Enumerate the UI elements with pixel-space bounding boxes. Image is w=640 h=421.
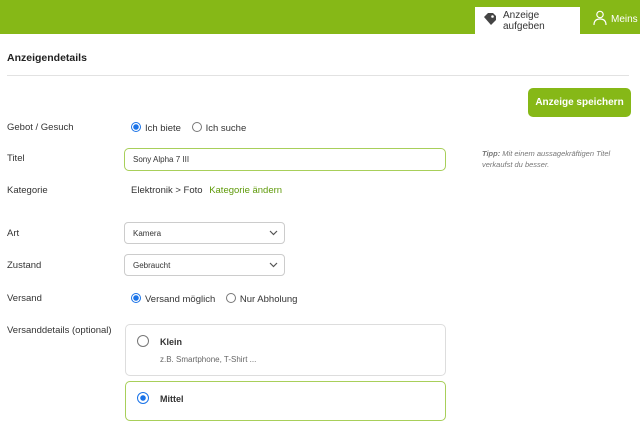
radio-label: Versand möglich (145, 294, 216, 305)
account-button[interactable]: Meins (593, 10, 638, 28)
shipping-details-label: Versanddetails (optional) (7, 325, 112, 336)
change-category-link[interactable]: Kategorie ändern (209, 185, 282, 196)
option-title: Mittel (160, 394, 184, 404)
save-button[interactable]: Anzeige speichern (528, 88, 631, 117)
radio-pickup[interactable]: Nur Abholung (225, 293, 298, 305)
category-label: Kategorie (7, 185, 48, 196)
user-icon (593, 10, 607, 28)
tip-text: Mit einem aussagekräftigen Titel verkauf… (482, 149, 611, 169)
tip-prefix: Tipp: (482, 149, 501, 158)
shipping-option-small[interactable]: Klein z.B. Smartphone, T-Shirt ... (125, 324, 446, 376)
title-input[interactable]: Sony Alpha 7 III (124, 148, 446, 171)
radio-search[interactable]: Ich suche (191, 122, 247, 134)
option-desc: z.B. Smartphone, T-Shirt ... (160, 355, 257, 364)
radio-label: Nur Abholung (239, 294, 298, 305)
shipping-group: Versand möglich Nur Abholung (131, 293, 297, 305)
title-label: Titel (7, 153, 25, 164)
tag-icon (483, 12, 497, 29)
radio-icon (131, 122, 141, 132)
condition-select[interactable]: Gebraucht (124, 254, 285, 276)
radio-icon (137, 392, 149, 404)
option-title: Klein (160, 337, 183, 347)
shipping-option-medium[interactable]: Mittel (125, 381, 446, 421)
shipping-label: Versand (7, 293, 42, 304)
title-tip: Tipp: Mit einem aussagekräftigen Titel v… (482, 148, 622, 170)
category-value: Elektronik > Foto (131, 185, 203, 196)
category-row: Elektronik > Foto Kategorie ändern (131, 185, 282, 196)
radio-icon (225, 293, 236, 303)
radio-icon (191, 122, 202, 132)
post-ad-label: Anzeige aufgeben (503, 9, 545, 32)
radio-label: Ich suche (205, 123, 247, 134)
offer-type-group: Ich biete Ich suche (131, 122, 246, 134)
type-label: Art (7, 228, 20, 239)
chevron-down-icon (269, 261, 278, 270)
account-label: Meins (611, 13, 638, 25)
condition-label: Zustand (7, 260, 42, 271)
page-title: Anzeigendetails (7, 52, 87, 64)
radio-offer[interactable]: Ich biete (131, 122, 181, 134)
post-ad-button[interactable]: Anzeige aufgeben (475, 7, 580, 34)
title-value: Sony Alpha 7 III (133, 155, 190, 164)
radio-icon (131, 293, 141, 303)
offer-type-label: Gebot / Gesuch (7, 122, 74, 133)
type-value: Kamera (133, 228, 162, 238)
radio-icon (137, 335, 149, 347)
top-bar: Anzeige aufgeben Meins (0, 0, 640, 34)
chevron-down-icon (269, 229, 278, 238)
condition-value: Gebraucht (133, 260, 171, 270)
type-select[interactable]: Kamera (124, 222, 285, 244)
radio-shipping[interactable]: Versand möglich (131, 293, 216, 305)
divider (7, 75, 629, 76)
radio-label: Ich biete (145, 123, 181, 134)
